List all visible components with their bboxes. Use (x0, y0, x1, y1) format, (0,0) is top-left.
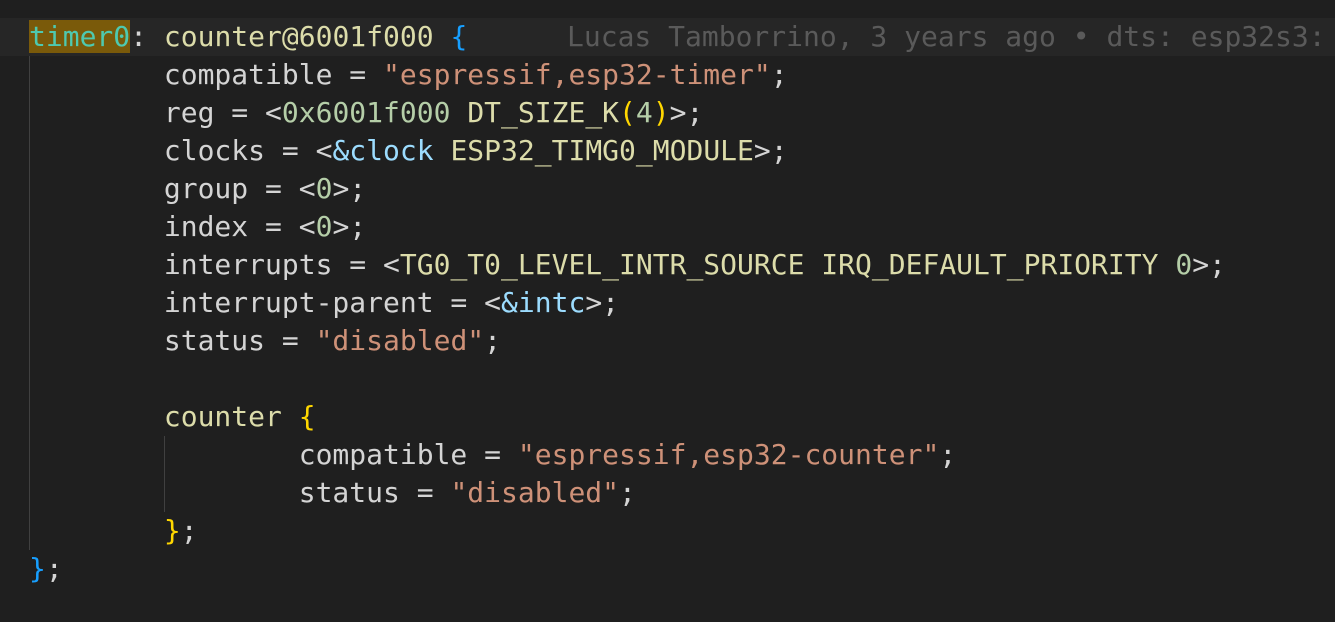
code-line-8[interactable]: interrupt-parent = <&intc>; (0, 284, 1335, 322)
property: index = < (163, 210, 316, 243)
close-brace: } (163, 514, 181, 547)
code-line-4[interactable]: clocks = <&clock ESP32_TIMG0_MODULE>; (0, 132, 1335, 170)
terminator: ; (770, 58, 788, 91)
code-line-13[interactable]: status = "disabled"; (0, 474, 1335, 512)
code-line-1[interactable]: timer0: counter@6001f000 { Lucas Tamborr… (0, 18, 1335, 56)
node-name: counter@6001f000 (163, 20, 451, 53)
property: compatible = (163, 58, 384, 91)
terminator: ; (619, 476, 636, 509)
property: interrupts = < (163, 248, 400, 281)
code-line-6[interactable]: index = <0>; (0, 208, 1335, 246)
open-paren: ( (619, 96, 636, 129)
terminator: ; (484, 324, 502, 357)
property: compatible = (298, 438, 518, 471)
property: group = < (163, 172, 316, 205)
node-name: counter (163, 400, 299, 433)
code-editor[interactable]: timer0: counter@6001f000 { Lucas Tamborr… (0, 0, 1335, 622)
code-line-11[interactable]: counter { (0, 398, 1335, 436)
string-value: "espressif,esp32-counter" (517, 438, 940, 471)
phandle-reference: &clock (332, 134, 434, 167)
close-paren: ) (652, 96, 670, 129)
string-value: "disabled" (450, 476, 620, 509)
close-brace: } (29, 552, 46, 585)
code-line-2[interactable]: compatible = "espressif,esp32-timer"; (0, 56, 1335, 94)
git-blame-annotation: Lucas Tamborrino, 3 years ago • dts: esp… (567, 20, 1335, 53)
string-value: "espressif,esp32-timer" (383, 58, 771, 91)
code-line-15[interactable]: }; (0, 550, 1335, 588)
code-line-9[interactable]: status = "disabled"; (0, 322, 1335, 360)
terminator: >; (332, 172, 367, 205)
terminator: ; (939, 438, 957, 471)
number-value: 0 (315, 172, 333, 205)
terminator: >; (332, 210, 367, 243)
terminator: >; (753, 134, 788, 167)
property: reg = < (163, 96, 282, 129)
terminator: >; (669, 96, 704, 129)
property: clocks = < (163, 134, 333, 167)
number-value: 0x6001f000 (281, 96, 451, 129)
code-line-3[interactable]: reg = <0x6001f000 DT_SIZE_K(4)>; (0, 94, 1335, 132)
number-value: 0 (1175, 248, 1193, 281)
property: status = (163, 324, 316, 357)
code-line-7[interactable]: interrupts = <TG0_T0_LEVEL_INTR_SOURCE I… (0, 246, 1335, 284)
open-brace: { (450, 20, 468, 53)
node-label: timer0 (29, 20, 131, 53)
property: status = (298, 476, 451, 509)
code-line-12[interactable]: compatible = "espressif,esp32-counter"; (0, 436, 1335, 474)
macro: TG0_T0_LEVEL_INTR_SOURCE IRQ_DEFAULT_PRI… (399, 248, 1159, 281)
code-line-5[interactable]: group = <0>; (0, 170, 1335, 208)
terminator: >; (1192, 248, 1226, 281)
property: interrupt-parent = < (163, 286, 502, 319)
terminator: >; (585, 286, 620, 319)
code-line-10[interactable] (0, 360, 1335, 398)
terminator: ; (45, 552, 63, 585)
number-value: 4 (635, 96, 653, 129)
code-line-14[interactable]: }; (0, 512, 1335, 550)
macro: ESP32_TIMG0_MODULE (450, 134, 754, 167)
colon: : (130, 20, 164, 53)
number-value: 0 (315, 210, 333, 243)
open-brace: { (298, 400, 316, 433)
macro: DT_SIZE_K (467, 96, 620, 129)
string-value: "disabled" (315, 324, 485, 357)
terminator: ; (180, 514, 198, 547)
phandle-reference: &intc (501, 286, 586, 319)
